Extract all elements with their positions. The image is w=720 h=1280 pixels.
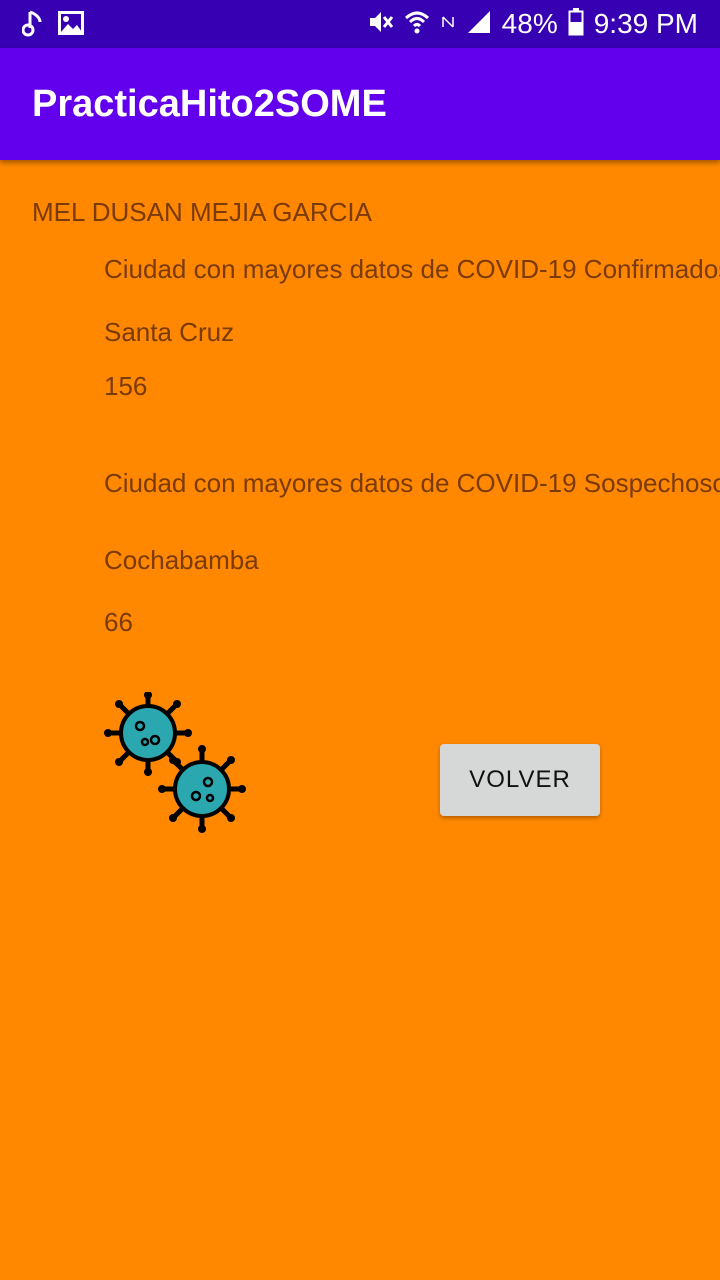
status-bar-right: 48% 9:39 PM (366, 6, 698, 42)
status-bar-left (21, 8, 84, 43)
status-bar: 48% 9:39 PM (0, 0, 720, 48)
suspected-city: Cochabamba (104, 545, 259, 575)
nfc-icon (440, 14, 456, 35)
music-note-icon (21, 8, 44, 43)
suspected-value: 66 (104, 607, 133, 637)
confirmed-city: Santa Cruz (104, 317, 235, 347)
suspected-title: Ciudad con mayores datos de COVID-19 Sos… (104, 468, 720, 498)
volver-button[interactable]: VOLVER (440, 744, 600, 816)
app-bar: PracticaHito2SOME (0, 48, 720, 160)
virus-icon (100, 691, 254, 844)
signal-icon (466, 9, 492, 40)
battery-percent: 48% (501, 8, 558, 39)
author-name: MEL DUSAN MEJIA GARCIA (32, 197, 372, 227)
clock: 9:39 PM (593, 8, 698, 39)
mute-vibrate-icon (366, 8, 394, 41)
confirmed-value: 156 (104, 371, 148, 401)
confirmed-title: Ciudad con mayores datos de COVID-19 Con… (104, 254, 720, 284)
image-icon (58, 11, 84, 40)
battery-icon (568, 7, 584, 41)
wifi-icon (404, 8, 430, 41)
app-title: PracticaHito2SOME (32, 83, 387, 125)
